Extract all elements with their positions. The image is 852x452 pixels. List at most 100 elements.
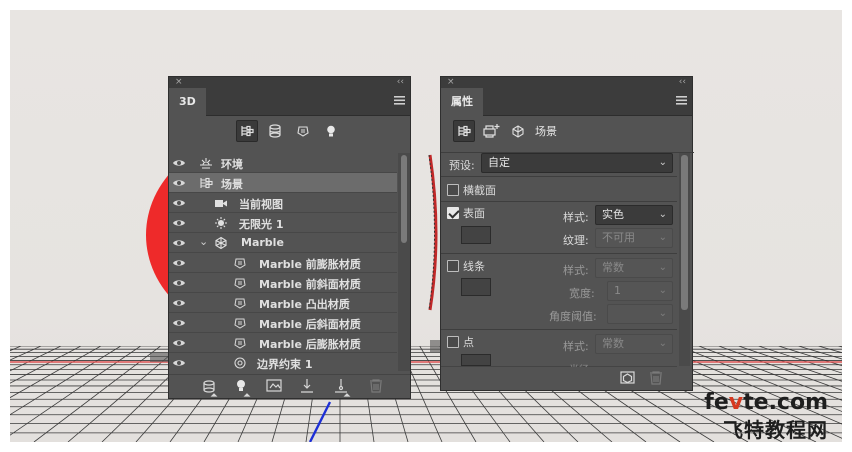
expand-chevron-icon[interactable]: ⌄ bbox=[199, 235, 208, 248]
layer-row[interactable]: Marble 后斜面材质 bbox=[169, 313, 397, 333]
trash-icon[interactable] bbox=[650, 371, 662, 385]
layer-label: 当前视图 bbox=[239, 198, 283, 211]
ground-plane-grid bbox=[10, 135, 842, 442]
surface-label: 表面 bbox=[463, 207, 485, 220]
cross-section-checkbox[interactable] bbox=[447, 184, 459, 196]
panel-menu-icon[interactable] bbox=[394, 96, 405, 106]
3d-canvas[interactable] bbox=[10, 10, 842, 442]
angle-threshold-label: 角度阈值: bbox=[549, 310, 597, 323]
tab-3d[interactable]: 3D bbox=[169, 88, 206, 116]
scene-cube-icon[interactable] bbox=[507, 120, 529, 142]
material-filter-icon[interactable] bbox=[292, 120, 314, 142]
surface-style-select[interactable]: 实色 ⌄ bbox=[595, 205, 673, 225]
layer-list-scrollbar[interactable] bbox=[398, 153, 410, 371]
watermark-site-name: 飞特教程网 bbox=[723, 418, 828, 442]
watermark-text-accent: v bbox=[728, 390, 744, 415]
lines-width-input[interactable]: 1 ⌄ bbox=[607, 281, 673, 301]
layer-row[interactable]: Marble 前斜面材质 bbox=[169, 273, 397, 293]
layer-row[interactable]: Marble 前膨胀材质 bbox=[169, 253, 397, 273]
material-icon bbox=[233, 256, 247, 270]
lines-color-swatch[interactable] bbox=[461, 278, 491, 296]
properties-panel: × ‹‹ 属性 场景 预设: 自定 ⌄ 横截面 表面 样式: 实色 ⌄ 纹理: 不可… bbox=[440, 76, 694, 391]
texture-select[interactable]: 不可用 ⌄ bbox=[595, 228, 673, 248]
points-style-value: 常数 bbox=[602, 337, 624, 350]
scene-settings-icon[interactable] bbox=[266, 379, 282, 392]
points-radius-label: 半径: bbox=[569, 361, 592, 367]
visibility-eye-icon[interactable] bbox=[169, 158, 189, 168]
layer-row[interactable]: Marble 凸出材质 bbox=[169, 293, 397, 313]
visibility-eye-icon[interactable] bbox=[169, 358, 189, 368]
visibility-eye-icon[interactable] bbox=[169, 218, 189, 228]
scrollbar-thumb[interactable] bbox=[401, 155, 407, 243]
points-checkbox[interactable] bbox=[447, 336, 459, 348]
layer-label: Marble 凸出材质 bbox=[259, 298, 350, 311]
drop-to-plane-icon[interactable] bbox=[335, 379, 351, 397]
visibility-eye-icon[interactable] bbox=[169, 198, 189, 208]
layer-row[interactable]: 无限光 1 bbox=[169, 213, 397, 233]
visibility-eye-icon[interactable] bbox=[169, 258, 189, 268]
chevron-down-icon: ⌄ bbox=[658, 157, 667, 168]
material-icon bbox=[233, 276, 247, 290]
visibility-eye-icon[interactable] bbox=[169, 238, 189, 248]
layer-row[interactable]: 环境 bbox=[169, 153, 397, 173]
lines-style-select[interactable]: 常数 ⌄ bbox=[595, 258, 673, 278]
lines-checkbox[interactable] bbox=[447, 260, 459, 272]
layer-row[interactable]: 当前视图 bbox=[169, 193, 397, 213]
watermark-logo: fevte.com bbox=[704, 390, 828, 415]
visibility-eye-icon[interactable] bbox=[169, 298, 189, 308]
whole-scene-icon[interactable] bbox=[236, 120, 258, 142]
collapse-icon[interactable]: ‹‹ bbox=[397, 77, 404, 88]
surface-color-swatch[interactable] bbox=[461, 226, 491, 244]
properties-scrollbar[interactable] bbox=[679, 153, 690, 366]
chevron-down-icon: ⌄ bbox=[658, 338, 667, 349]
layer-label: Marble bbox=[241, 236, 284, 249]
visibility-eye-icon[interactable] bbox=[169, 278, 189, 288]
scrollbar-thumb[interactable] bbox=[681, 155, 688, 310]
chevron-down-icon: ⌄ bbox=[658, 209, 667, 220]
surface-checkbox[interactable] bbox=[447, 207, 459, 219]
properties-footer bbox=[441, 366, 677, 390]
layer-label: Marble 后斜面材质 bbox=[259, 318, 361, 331]
mesh-icon bbox=[214, 236, 228, 250]
visibility-eye-icon[interactable] bbox=[169, 338, 189, 348]
render-settings-icon[interactable] bbox=[481, 120, 503, 142]
panel-menu-icon[interactable] bbox=[676, 96, 687, 106]
visibility-eye-icon[interactable] bbox=[169, 318, 189, 328]
render-icon[interactable] bbox=[620, 371, 635, 384]
layer-row[interactable]: ⌄ Marble bbox=[169, 233, 397, 253]
close-icon[interactable]: × bbox=[175, 77, 183, 88]
visibility-eye-icon[interactable] bbox=[169, 178, 189, 188]
angle-threshold-input[interactable]: ⌄ bbox=[607, 304, 673, 324]
scene-icon[interactable] bbox=[453, 120, 475, 142]
layer-label: 边界约束 1 bbox=[257, 358, 313, 371]
environment-icon bbox=[199, 156, 213, 170]
lines-style-value: 常数 bbox=[602, 261, 624, 274]
tab-properties[interactable]: 属性 bbox=[441, 88, 483, 116]
add-light-icon[interactable] bbox=[237, 380, 251, 397]
material-icon bbox=[233, 316, 247, 330]
layer-row[interactable]: 边界约束 1 bbox=[169, 353, 397, 371]
panel-tab-bar: 3D bbox=[169, 88, 410, 116]
scene-icon bbox=[199, 176, 213, 190]
lines-style-label: 样式: bbox=[563, 264, 589, 277]
layer-label: 环境 bbox=[221, 158, 243, 171]
layer-label: 场景 bbox=[221, 178, 243, 191]
panel-header-strip: × ‹‹ bbox=[169, 77, 410, 88]
3d-layer-list: 环境场景当前视图无限光 1 ⌄ Marble Marble 前膨胀材质 Marble 前… bbox=[169, 153, 397, 371]
layer-row[interactable]: 场景 bbox=[169, 173, 397, 193]
chevron-down-icon: ⌄ bbox=[658, 232, 667, 243]
mesh-filter-icon[interactable] bbox=[264, 120, 286, 142]
collapse-icon[interactable]: ‹‹ bbox=[679, 77, 686, 88]
move-to-ground-icon[interactable] bbox=[301, 379, 313, 393]
points-style-label: 样式: bbox=[563, 340, 589, 353]
add-mesh-icon[interactable] bbox=[203, 380, 218, 397]
points-color-swatch[interactable] bbox=[461, 354, 491, 366]
panel-header-strip: × ‹‹ bbox=[441, 77, 692, 88]
layer-label: Marble 后膨胀材质 bbox=[259, 338, 361, 351]
layer-row[interactable]: Marble 后膨胀材质 bbox=[169, 333, 397, 353]
points-style-select[interactable]: 常数 ⌄ bbox=[595, 334, 673, 354]
preset-select[interactable]: 自定 ⌄ bbox=[481, 153, 673, 173]
light-filter-icon[interactable] bbox=[320, 120, 342, 142]
trash-icon[interactable] bbox=[370, 379, 382, 393]
close-icon[interactable]: × bbox=[447, 77, 455, 88]
